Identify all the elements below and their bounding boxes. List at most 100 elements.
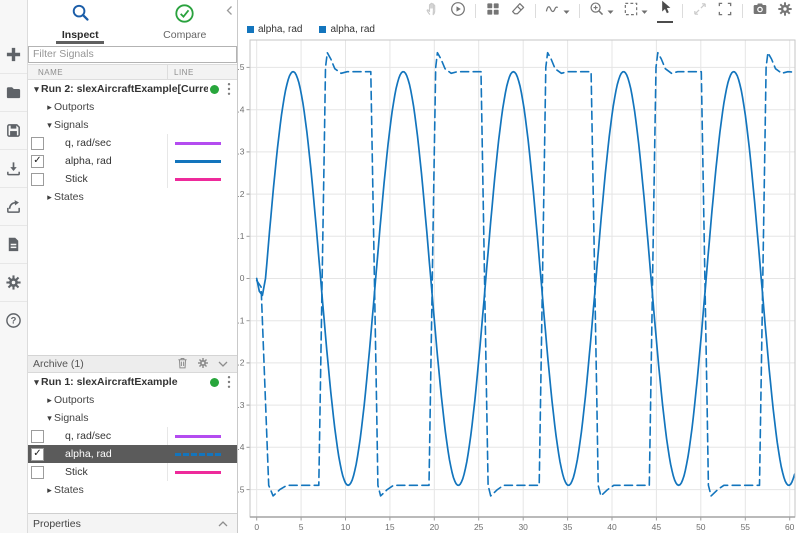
toolbar-separator [535, 4, 536, 18]
svg-text:20: 20 [430, 522, 440, 532]
export-button[interactable] [0, 187, 27, 225]
svg-text:50: 50 [696, 522, 706, 532]
properties-bar[interactable]: Properties [28, 513, 237, 533]
save-icon [5, 122, 22, 139]
line-swatch [175, 435, 221, 438]
layout-button[interactable] [485, 1, 501, 22]
signal-row-alpha-run1[interactable]: ✓ alpha, rad [28, 445, 237, 463]
fullscreen-button[interactable] [717, 1, 733, 22]
column-header-name: NAME [28, 68, 167, 77]
archive-settings-button[interactable] [197, 357, 209, 372]
signal-checkbox[interactable] [31, 466, 44, 479]
chevron-down-icon[interactable]: ▾ [32, 84, 41, 95]
group-row-states[interactable]: ▸ States [28, 188, 237, 206]
group-row-signals[interactable]: ▾ Signals [28, 116, 237, 134]
signal-name: alpha, rad [44, 155, 167, 167]
pointer-icon [657, 0, 673, 20]
pan-button[interactable] [425, 1, 441, 22]
archive-header[interactable]: Archive (1) [28, 355, 237, 373]
run-title: Run 2: slexAircraftExample[Current] [41, 83, 208, 95]
simulation-data-inspector-window: ? Inspect Compare NAME LINE ▾ Run 2: sle… [0, 0, 800, 533]
import-button[interactable] [0, 149, 27, 187]
signal-wave-icon [545, 1, 561, 22]
new-run-button[interactable] [0, 36, 27, 73]
chevron-down-icon [563, 2, 570, 20]
plot-area: alpha, rad alpha, rad 051015202530354045… [238, 0, 800, 533]
eraser-icon [510, 1, 526, 22]
replay-button[interactable] [450, 1, 466, 22]
pointer-mode-button[interactable] [657, 0, 673, 23]
compare-check-icon [174, 3, 195, 27]
group-row-signals[interactable]: ▾ Signals [28, 409, 237, 427]
pan-zoom-button[interactable] [692, 1, 708, 22]
svg-text:-0.2: -0.2 [238, 358, 245, 368]
column-header-line: LINE [167, 65, 237, 79]
chevron-up-icon[interactable] [218, 521, 228, 527]
group-label: States [54, 484, 84, 496]
line-swatch [175, 453, 221, 456]
gear-icon [197, 357, 209, 372]
group-row-outports[interactable]: ▸ Outports [28, 98, 237, 116]
panel-tabs: Inspect Compare [28, 0, 237, 44]
signal-trace-button[interactable] [545, 1, 570, 22]
delete-archive-button[interactable] [177, 357, 188, 372]
status-dot [210, 85, 219, 94]
svg-text:40: 40 [607, 522, 617, 532]
settings-gear-icon [5, 274, 22, 291]
chevron-right-icon[interactable]: ▸ [45, 485, 54, 496]
archive-collapse-button[interactable] [218, 358, 228, 370]
svg-text:0.2: 0.2 [238, 189, 245, 199]
pan-hand-icon [425, 1, 441, 22]
tab-compare[interactable]: Compare [133, 0, 238, 44]
chevron-right-icon[interactable]: ▸ [45, 102, 54, 113]
signal-checkbox[interactable] [31, 430, 44, 443]
svg-text:45: 45 [652, 522, 662, 532]
save-button[interactable] [0, 111, 27, 149]
chevron-down-icon[interactable]: ▾ [32, 377, 41, 388]
signal-row-alpha-run2[interactable]: ✓ alpha, rad [28, 152, 237, 170]
svg-text:0.5: 0.5 [238, 62, 245, 72]
pan-zoom-icon [692, 1, 708, 22]
filter-signals-input[interactable] [28, 46, 237, 63]
signal-checkbox[interactable] [31, 137, 44, 150]
signal-table-header: NAME LINE [28, 64, 237, 80]
signal-row-q-run1[interactable]: q, rad/sec [28, 427, 237, 445]
signal-checkbox[interactable]: ✓ [31, 448, 44, 461]
svg-text:-0.4: -0.4 [238, 442, 245, 452]
chevron-right-icon[interactable]: ▸ [45, 192, 54, 203]
group-row-states[interactable]: ▸ States [28, 481, 237, 499]
preferences-button[interactable] [0, 263, 27, 301]
fullscreen-icon [717, 1, 733, 22]
chevron-right-icon[interactable]: ▸ [45, 395, 54, 406]
chevron-down-icon[interactable]: ▾ [45, 413, 54, 424]
run-row-run1[interactable]: ▾ Run 1: slexAircraftExample [28, 373, 237, 391]
line-swatch-cell [167, 134, 237, 152]
chart-canvas[interactable]: 051015202530354045505560-0.5-0.4-0.3-0.2… [238, 38, 800, 533]
run-menu-button[interactable] [223, 82, 235, 96]
open-button[interactable] [0, 73, 27, 111]
group-row-outports[interactable]: ▸ Outports [28, 391, 237, 409]
signal-row-stick-run2[interactable]: Stick [28, 170, 237, 188]
help-button[interactable]: ? [0, 301, 27, 339]
tab-inspect[interactable]: Inspect [28, 0, 133, 44]
signal-checkbox[interactable]: ✓ [31, 155, 44, 168]
chevron-down-icon[interactable]: ▾ [45, 120, 54, 131]
plot-settings-button[interactable] [777, 1, 793, 22]
signal-row-q-run2[interactable]: q, rad/sec [28, 134, 237, 152]
zoom-in-button[interactable] [589, 1, 614, 22]
collapse-panel-button[interactable] [226, 3, 233, 21]
status-dot [210, 378, 219, 387]
run-row-run2[interactable]: ▾ Run 2: slexAircraftExample[Current] [28, 80, 237, 98]
legend-item: alpha, rad [319, 24, 374, 35]
svg-text:30: 30 [518, 522, 528, 532]
signal-row-stick-run1[interactable]: Stick [28, 463, 237, 481]
snapshot-button[interactable] [752, 1, 768, 22]
chart-area[interactable]: 051015202530354045505560-0.5-0.4-0.3-0.2… [238, 38, 800, 533]
line-swatch-cell [167, 445, 237, 463]
run-menu-button[interactable] [223, 375, 235, 389]
open-folder-icon [5, 84, 22, 101]
clear-plots-button[interactable] [510, 1, 526, 22]
signal-checkbox[interactable] [31, 173, 44, 186]
fit-to-view-button[interactable] [623, 1, 648, 22]
create-report-button[interactable] [0, 225, 27, 263]
